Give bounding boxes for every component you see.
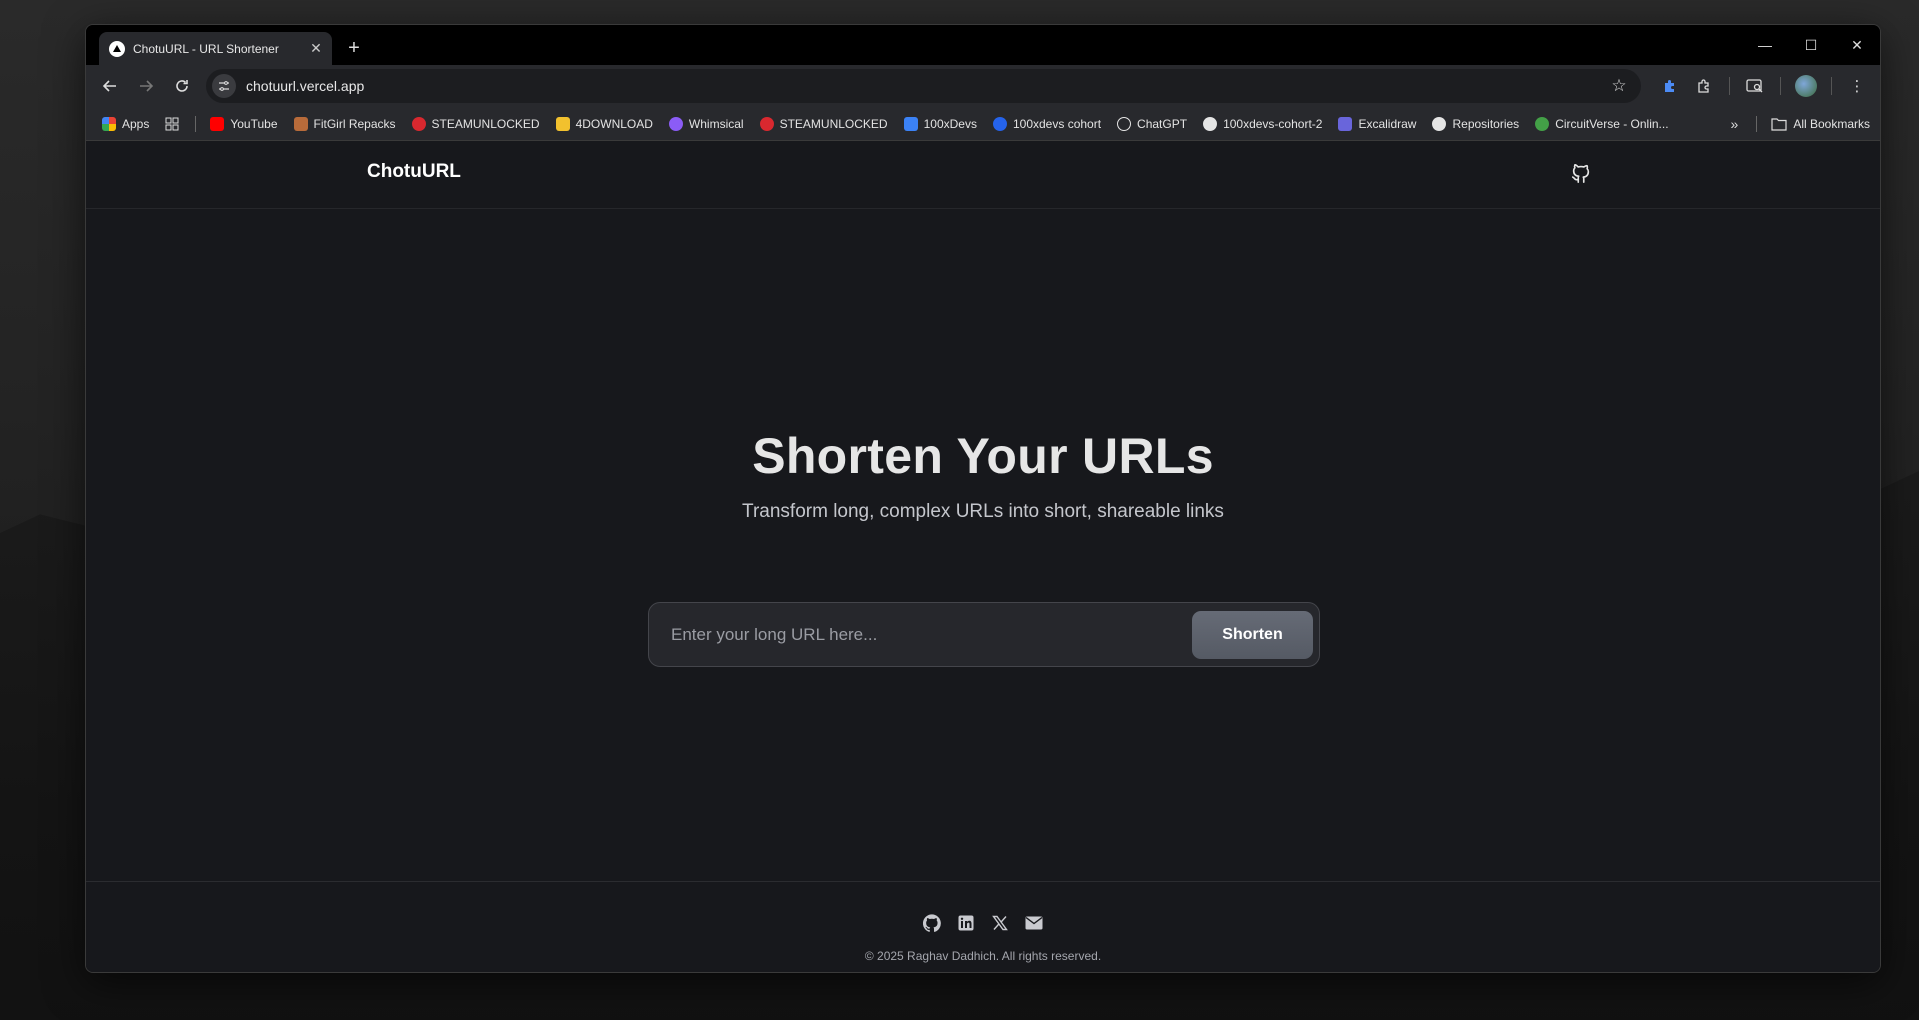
- steamunlocked-icon: [759, 116, 774, 131]
- close-window-button[interactable]: ✕: [1834, 25, 1880, 65]
- bookmark-excalidraw[interactable]: Excalidraw: [1338, 116, 1416, 131]
- hero-section: Shorten Your URLs Transform long, comple…: [86, 427, 1880, 523]
- bookmark-100xdevs[interactable]: 100xDevs: [903, 116, 977, 131]
- github-icon: [1203, 116, 1218, 131]
- bookmarks-right: » All Bookmarks: [1731, 107, 1870, 141]
- folder-outline-icon: [1771, 118, 1787, 131]
- extensions-icon[interactable]: [1689, 71, 1719, 101]
- toolbar-divider: [1729, 77, 1730, 95]
- address-bar[interactable]: chotuurl.vercel.app ☆: [206, 69, 1641, 103]
- shorten-button[interactable]: Shorten: [1192, 610, 1313, 659]
- all-bookmarks-button[interactable]: All Bookmarks: [1771, 117, 1870, 131]
- vercel-favicon-icon: [109, 40, 125, 57]
- tab-groups-icon[interactable]: [165, 117, 179, 131]
- copyright-text: © 2025 Raghav Dadhich. All rights reserv…: [864, 949, 1102, 963]
- youtube-icon: [210, 116, 225, 131]
- linkedin-icon[interactable]: [957, 914, 975, 932]
- minimize-button[interactable]: —: [1742, 25, 1788, 65]
- bookmark-steamunlocked[interactable]: STEAMUNLOCKED: [411, 116, 540, 131]
- 100xdevs-cohort-icon: [992, 116, 1007, 131]
- github-icon: [1432, 116, 1447, 131]
- bookmark-chatgpt[interactable]: ChatGPT: [1117, 116, 1187, 131]
- hero-subtitle: Transform long, complex URLs into short,…: [742, 501, 1224, 522]
- web-page: ChotuURL Shorten Your URLs Transform lon…: [86, 141, 1880, 972]
- mail-icon[interactable]: [1025, 914, 1043, 932]
- reload-icon: [176, 80, 188, 92]
- toolbar-divider: [1780, 77, 1781, 95]
- bookmarks-divider: [195, 115, 197, 132]
- forward-button[interactable]: [130, 70, 162, 102]
- steamunlocked-icon: [411, 116, 426, 131]
- new-tab-button[interactable]: +: [338, 32, 370, 65]
- github-icon[interactable]: [923, 914, 941, 932]
- site-settings-icon[interactable]: [212, 74, 236, 98]
- bookmark-4download[interactable]: 4DOWNLOAD: [555, 116, 653, 131]
- shorten-form: Shorten: [648, 602, 1320, 667]
- bookmark-100xdevs-cohort[interactable]: 100xdevs cohort: [992, 116, 1101, 131]
- excalidraw-icon: [1338, 116, 1353, 131]
- folder-icon: [555, 116, 570, 131]
- github-icon[interactable]: [1570, 161, 1592, 185]
- bookmarks-bar: Apps YouTube FitGirl Repacks STEAMUNLOCK…: [86, 107, 1880, 141]
- bookmark-steamunlocked-2[interactable]: STEAMUNLOCKED: [759, 116, 888, 131]
- tab-close-icon[interactable]: ✕: [308, 40, 324, 57]
- browser-toolbar: chotuurl.vercel.app ☆ ⋮: [86, 65, 1880, 107]
- back-arrow-icon: [102, 80, 116, 92]
- apps-grid-icon: [102, 116, 116, 131]
- extension-puzzle-blue-icon[interactable]: [1655, 71, 1685, 101]
- reload-button[interactable]: [166, 70, 198, 102]
- 100xdevs-icon: [903, 116, 918, 131]
- tab-search-icon[interactable]: [1740, 71, 1770, 101]
- bookmarks-divider: [1756, 116, 1758, 132]
- fitgirl-icon: [293, 116, 308, 131]
- browser-window: ChotuURL - URL Shortener ✕ + — ☐ ✕ chotu…: [85, 24, 1881, 973]
- bookmark-fitgirl[interactable]: FitGirl Repacks: [293, 116, 396, 131]
- maximize-button[interactable]: ☐: [1788, 25, 1834, 65]
- address-url: chotuurl.vercel.app: [246, 78, 365, 94]
- browser-tab[interactable]: ChotuURL - URL Shortener ✕: [99, 32, 332, 65]
- social-links: [86, 914, 1880, 932]
- browser-menu-icon[interactable]: ⋮: [1842, 71, 1872, 101]
- bookmark-repositories[interactable]: Repositories: [1432, 116, 1519, 131]
- bookmark-star-icon[interactable]: ☆: [1605, 76, 1633, 96]
- more-bookmarks-chevron-icon[interactable]: »: [1731, 116, 1739, 132]
- bookmark-circuitverse[interactable]: CircuitVerse - Onlin...: [1535, 116, 1669, 131]
- back-button[interactable]: [94, 70, 126, 102]
- circuitverse-icon: [1535, 116, 1550, 131]
- forward-arrow-icon: [140, 80, 154, 92]
- bookmark-100xdevs-cohort-2[interactable]: 100xdevs-cohort-2: [1203, 116, 1322, 131]
- toolbar-divider: [1831, 77, 1832, 95]
- bookmark-whimsical[interactable]: Whimsical: [668, 116, 744, 131]
- hero-title: Shorten Your URLs: [752, 428, 1214, 484]
- site-logo[interactable]: ChotuURL: [367, 161, 461, 183]
- window-controls: — ☐ ✕: [1742, 25, 1880, 65]
- x-icon[interactable]: [991, 914, 1009, 932]
- desktop-background: ChotuURL - URL Shortener ✕ + — ☐ ✕ chotu…: [0, 0, 1919, 1020]
- url-input[interactable]: [671, 624, 1192, 645]
- site-footer: © 2025 Raghav Dadhich. All rights reserv…: [86, 881, 1880, 972]
- bookmark-apps[interactable]: Apps: [102, 116, 149, 131]
- site-header: ChotuURL: [86, 141, 1880, 209]
- title-bar: ChotuURL - URL Shortener ✕ + — ☐ ✕: [86, 25, 1880, 65]
- tab-title: ChotuURL - URL Shortener: [133, 41, 279, 56]
- whimsical-icon: [668, 116, 683, 131]
- profile-avatar[interactable]: [1791, 71, 1821, 101]
- bookmark-youtube[interactable]: YouTube: [210, 116, 278, 131]
- chatgpt-icon: [1117, 116, 1132, 131]
